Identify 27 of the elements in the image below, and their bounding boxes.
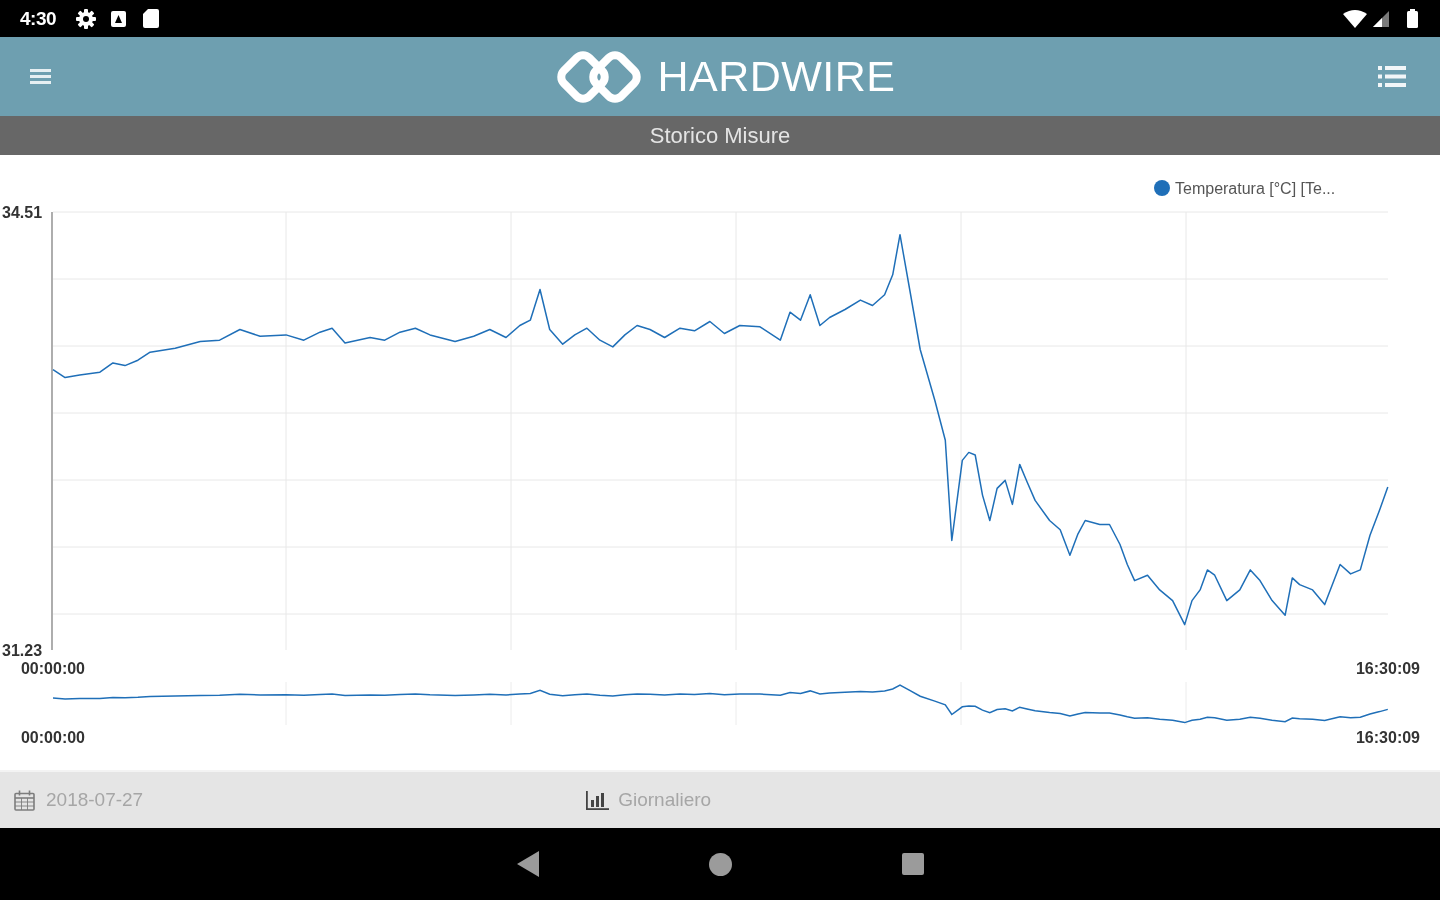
signal-icon <box>1373 10 1389 27</box>
y-axis-label: 34.51 <box>2 204 43 221</box>
status-time: 4:30 <box>20 7 57 30</box>
list-icon <box>1378 66 1406 87</box>
wifi-icon <box>1343 9 1367 28</box>
period-button[interactable]: Giornaliero <box>586 789 712 811</box>
bar-chart-icon <box>586 790 610 810</box>
recents-icon <box>901 853 924 875</box>
letter-tile-icon <box>111 10 127 27</box>
x-axis-label: 16:30:09 <box>1356 660 1420 677</box>
menu-icon <box>30 69 51 84</box>
sd-card-icon <box>143 9 160 28</box>
brand-name: HARDWIRE <box>657 52 896 101</box>
calendar-icon <box>14 789 35 811</box>
back-button[interactable] <box>516 851 539 877</box>
page-title: Storico Misure <box>649 122 791 149</box>
home-button[interactable] <box>708 852 732 876</box>
overview-start-label: 00:00:00 <box>21 729 85 746</box>
home-icon <box>708 852 732 876</box>
recents-button[interactable] <box>901 853 924 875</box>
legend-label[interactable]: Temperatura [°C] [Te... <box>1175 180 1336 197</box>
overview-end-label: 16:30:09 <box>1356 729 1420 746</box>
battery-icon <box>1407 9 1418 28</box>
y-axis-label: 31.23 <box>2 642 43 659</box>
date-button[interactable]: 2018-07-27 <box>14 789 144 811</box>
x-axis-label: 00:00:00 <box>21 660 85 677</box>
back-icon <box>516 851 539 877</box>
